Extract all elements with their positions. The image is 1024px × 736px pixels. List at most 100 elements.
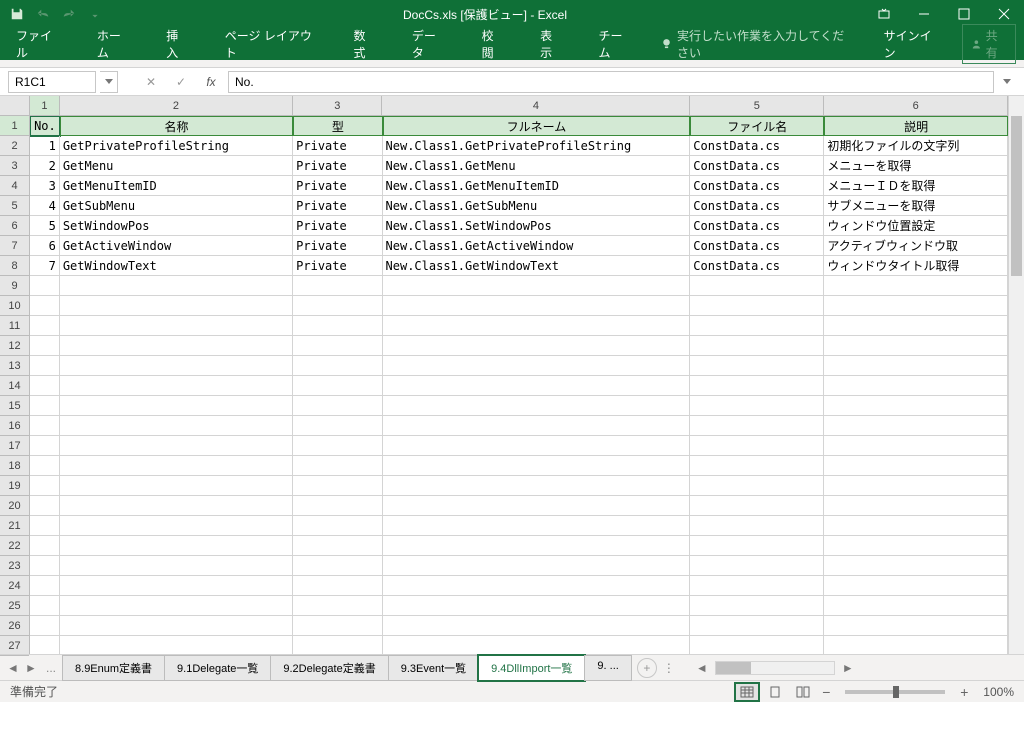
row-header[interactable]: 7: [0, 236, 29, 256]
cell[interactable]: [60, 536, 293, 556]
cell[interactable]: [824, 516, 1008, 536]
cell[interactable]: [824, 396, 1008, 416]
sheet-tab[interactable]: 9. ...: [584, 655, 631, 681]
cell[interactable]: [30, 316, 60, 336]
cell[interactable]: ConstData.cs: [690, 216, 824, 236]
signin-link[interactable]: サインイン: [876, 23, 946, 65]
cell[interactable]: [383, 556, 691, 576]
cell[interactable]: [383, 316, 691, 336]
row-header[interactable]: 9: [0, 276, 29, 296]
row-header[interactable]: 8: [0, 256, 29, 276]
namebox-dropdown-icon[interactable]: [100, 71, 118, 93]
cell[interactable]: [293, 516, 382, 536]
cell[interactable]: Private: [293, 216, 382, 236]
cell[interactable]: 名称: [60, 116, 293, 136]
cell[interactable]: サブメニューを取得: [824, 196, 1008, 216]
tab-formula[interactable]: 数式: [345, 23, 383, 65]
cell[interactable]: [824, 536, 1008, 556]
cell[interactable]: [824, 356, 1008, 376]
cell[interactable]: [30, 436, 60, 456]
cell[interactable]: Private: [293, 156, 382, 176]
sheet-tab[interactable]: 9.2Delegate定義書: [270, 655, 388, 681]
cell[interactable]: ConstData.cs: [690, 156, 824, 176]
qat-dropdown-icon[interactable]: [84, 3, 106, 25]
cell[interactable]: [383, 336, 691, 356]
cell[interactable]: [60, 516, 293, 536]
cell[interactable]: [383, 476, 691, 496]
cell[interactable]: [30, 296, 60, 316]
zoom-handle[interactable]: [893, 686, 899, 698]
cell[interactable]: [30, 556, 60, 576]
cell[interactable]: ConstData.cs: [690, 196, 824, 216]
cell[interactable]: [293, 296, 382, 316]
cell[interactable]: フルネーム: [383, 116, 691, 136]
cell[interactable]: [383, 396, 691, 416]
sheet-tab[interactable]: 9.3Event一覧: [388, 655, 479, 681]
cell[interactable]: [690, 636, 824, 654]
cell[interactable]: ウィンドウタイトル取得: [824, 256, 1008, 276]
cell[interactable]: [60, 396, 293, 416]
formula-expand-icon[interactable]: [998, 71, 1016, 93]
cell[interactable]: No.: [30, 116, 60, 136]
vertical-scrollbar[interactable]: [1008, 96, 1024, 654]
cell[interactable]: [293, 476, 382, 496]
cell[interactable]: GetMenuItemID: [60, 176, 293, 196]
cancel-formula-icon[interactable]: ✕: [138, 71, 164, 93]
hscroll-thumb[interactable]: [716, 662, 751, 674]
cell[interactable]: [690, 476, 824, 496]
row-header[interactable]: 17: [0, 436, 29, 456]
cell[interactable]: [383, 436, 691, 456]
cell[interactable]: [690, 416, 824, 436]
cell[interactable]: [60, 496, 293, 516]
cell[interactable]: Private: [293, 196, 382, 216]
cell[interactable]: New.Class1.GetMenu: [383, 156, 691, 176]
row-header[interactable]: 3: [0, 156, 29, 176]
cell[interactable]: [30, 496, 60, 516]
cell[interactable]: [383, 516, 691, 536]
tab-layout[interactable]: ページ レイアウト: [217, 23, 326, 65]
tab-view[interactable]: 表示: [532, 23, 570, 65]
cell[interactable]: [383, 376, 691, 396]
tab-scroll-left-icon[interactable]: ◄: [4, 659, 22, 677]
cell[interactable]: [824, 496, 1008, 516]
cell[interactable]: [30, 416, 60, 436]
cell[interactable]: [60, 356, 293, 376]
cells[interactable]: No.名称型フルネームファイル名説明1GetPrivateProfileStri…: [30, 116, 1008, 654]
row-header[interactable]: 22: [0, 536, 29, 556]
cell[interactable]: [824, 296, 1008, 316]
row-header[interactable]: 1: [0, 116, 29, 136]
sheet-tab[interactable]: 8.9Enum定義書: [62, 655, 165, 681]
cell[interactable]: [30, 516, 60, 536]
row-header[interactable]: 13: [0, 356, 29, 376]
cell[interactable]: [60, 336, 293, 356]
cell[interactable]: [690, 496, 824, 516]
cell[interactable]: [824, 416, 1008, 436]
row-header[interactable]: 21: [0, 516, 29, 536]
cell[interactable]: [383, 616, 691, 636]
cell[interactable]: [293, 436, 382, 456]
cell[interactable]: [690, 276, 824, 296]
cell[interactable]: [60, 636, 293, 654]
cell[interactable]: 1: [30, 136, 60, 156]
zoom-level[interactable]: 100%: [983, 685, 1014, 699]
cell[interactable]: アクティブウィンドウ取: [824, 236, 1008, 256]
cell[interactable]: New.Class1.GetActiveWindow: [383, 236, 691, 256]
cell[interactable]: [824, 376, 1008, 396]
row-header[interactable]: 19: [0, 476, 29, 496]
cell[interactable]: [383, 276, 691, 296]
cell[interactable]: ConstData.cs: [690, 236, 824, 256]
cell[interactable]: メニューを取得: [824, 156, 1008, 176]
new-sheet-button[interactable]: +: [637, 658, 657, 678]
cell[interactable]: [60, 596, 293, 616]
cell[interactable]: Private: [293, 256, 382, 276]
cell[interactable]: [690, 316, 824, 336]
cell[interactable]: 型: [293, 116, 382, 136]
cell[interactable]: [383, 416, 691, 436]
hscroll-left-icon[interactable]: ◄: [693, 659, 711, 677]
row-header[interactable]: 10: [0, 296, 29, 316]
cell[interactable]: [824, 576, 1008, 596]
cell[interactable]: 4: [30, 196, 60, 216]
column-header[interactable]: 4: [382, 96, 690, 115]
cell[interactable]: [824, 336, 1008, 356]
cell[interactable]: [60, 576, 293, 596]
